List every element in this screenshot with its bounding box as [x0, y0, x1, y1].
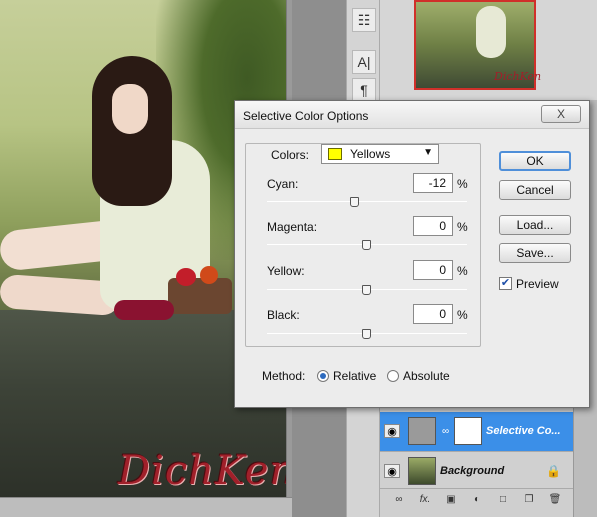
selective-color-dialog: Selective Color Options X Colors: Yellow…: [234, 100, 590, 408]
layer-name: Background: [440, 465, 505, 477]
new-layer-icon[interactable]: ❐: [520, 492, 538, 508]
magenta-slider-thumb[interactable]: [362, 240, 371, 250]
add-mask-icon[interactable]: ▣: [442, 492, 460, 508]
chain-icon[interactable]: ∞: [442, 426, 449, 437]
group-icon[interactable]: □: [494, 492, 512, 508]
relative-label[interactable]: Relative: [333, 369, 376, 383]
black-slider-thumb[interactable]: [362, 329, 371, 339]
black-input[interactable]: 0: [413, 304, 453, 324]
adjustment-layer-icon[interactable]: ◐: [468, 492, 486, 508]
magenta-label: Magenta:: [267, 220, 318, 234]
absolute-label[interactable]: Absolute: [403, 369, 450, 383]
navigator-panel: DichKen: [380, 0, 597, 100]
magenta-unit: %: [457, 220, 468, 234]
navigator-signature: DichKen: [494, 70, 542, 83]
layer-style-icon[interactable]: fx.: [416, 492, 434, 508]
method-label: Method:: [262, 369, 306, 383]
black-label: Black:: [267, 308, 300, 322]
absolute-radio[interactable]: [387, 370, 399, 382]
layer-row-background[interactable]: ◉ Background 🔒: [380, 452, 573, 492]
lock-icon: 🔒: [546, 464, 561, 478]
magenta-input[interactable]: 0: [413, 216, 453, 236]
dialog-title: Selective Color Options: [243, 109, 369, 123]
yellow-slider-thumb[interactable]: [362, 285, 371, 295]
colors-value: Yellows: [350, 147, 391, 161]
color-swatch-icon: [328, 148, 342, 160]
preview-checkbox[interactable]: ✔: [499, 277, 512, 290]
black-unit: %: [457, 308, 468, 322]
dialog-titlebar[interactable]: Selective Color Options X: [235, 101, 589, 129]
close-button[interactable]: X: [541, 105, 581, 123]
yellow-input[interactable]: 0: [413, 260, 453, 280]
colors-label: Colors:: [267, 148, 314, 162]
cyan-label: Cyan:: [267, 177, 299, 191]
relative-radio[interactable]: [317, 370, 329, 382]
layer-row-selective-color[interactable]: ◉ ∞ Selective Co...: [380, 412, 573, 452]
colors-dropdown[interactable]: Yellows ▼: [321, 144, 439, 164]
cyan-input[interactable]: -12: [413, 173, 453, 193]
cyan-slider-thumb[interactable]: [350, 197, 359, 207]
eye-icon[interactable]: ◉: [384, 464, 400, 478]
yellow-unit: %: [457, 264, 468, 278]
navigator-figure: [476, 6, 506, 58]
preview-label[interactable]: Preview: [516, 277, 559, 291]
layer-mask-thumbnail[interactable]: [454, 417, 482, 445]
canvas-signature: DichKen: [118, 448, 286, 494]
save-button[interactable]: Save...: [499, 243, 571, 263]
layer-thumbnail: [408, 457, 436, 485]
link-layers-icon[interactable]: ∞: [390, 492, 408, 508]
cyan-slider-track[interactable]: [267, 201, 467, 202]
chevron-down-icon: ▼: [423, 147, 433, 158]
paragraph-panel-icon[interactable]: ¶: [352, 78, 376, 102]
navigator-thumbnail[interactable]: DichKen: [414, 0, 541, 90]
canvas-grapes: [114, 300, 174, 320]
canvas-fruit: [176, 268, 196, 286]
canvas-figure-face: [112, 84, 148, 134]
character-panel-icon[interactable]: A|: [352, 50, 376, 74]
canvas-fruit: [200, 266, 218, 284]
history-panel-icon[interactable]: ☷: [352, 8, 376, 32]
adjustment-icon: [408, 417, 436, 445]
yellow-label: Yellow:: [267, 264, 305, 278]
cancel-button[interactable]: Cancel: [499, 180, 571, 200]
layers-toolbar: ∞ fx. ▣ ◐ □ ❐ 🗑: [380, 488, 573, 510]
load-button[interactable]: Load...: [499, 215, 571, 235]
trash-icon[interactable]: 🗑: [546, 492, 564, 508]
eye-icon[interactable]: ◉: [384, 424, 400, 438]
cyan-unit: %: [457, 177, 468, 191]
ok-button[interactable]: OK: [499, 151, 571, 171]
layer-name: Selective Co...: [486, 425, 561, 437]
canvas-basket: [168, 278, 232, 314]
status-bar: [0, 497, 292, 517]
